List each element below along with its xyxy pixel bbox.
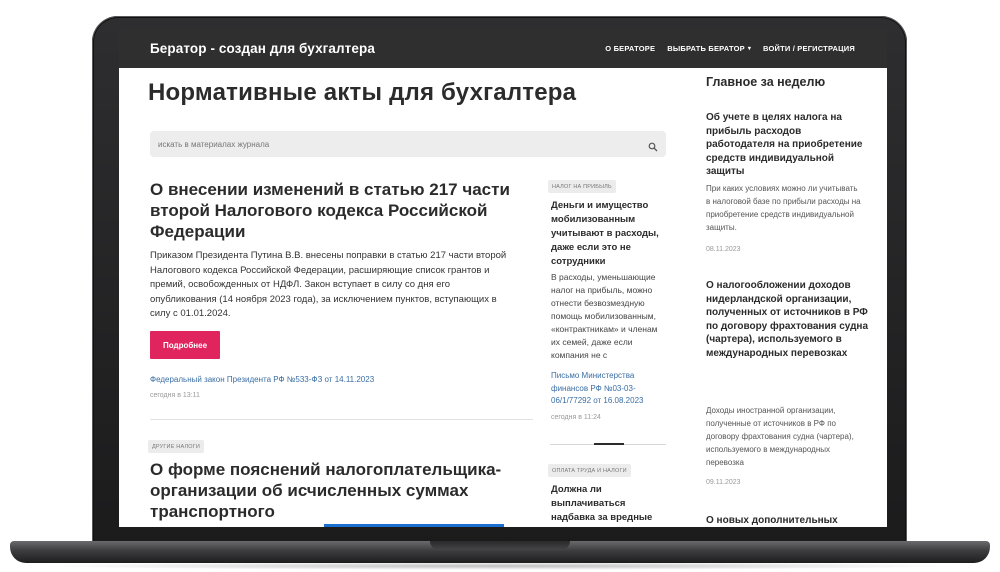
sidebar-item-date: 09.11.2023 bbox=[706, 479, 741, 486]
news-item-timestamp: сегодня в 11:24 bbox=[551, 414, 601, 421]
search-icon[interactable] bbox=[648, 139, 658, 152]
nav-login-label: ВОЙТИ / РЕГИСТРАЦИЯ bbox=[763, 44, 855, 53]
sidebar-item-date: 08.11.2023 bbox=[706, 246, 741, 253]
sidebar-heading: Главное за неделю bbox=[706, 75, 826, 89]
category-tag-payroll[interactable]: ОПЛАТА ТРУДА И НАЛОГИ bbox=[548, 464, 631, 477]
article-title-2[interactable]: О форме пояснений налогоплательщика-орга… bbox=[150, 459, 550, 522]
partial-banner-strip bbox=[324, 524, 504, 527]
nav-login[interactable]: ВОЙТИ / РЕГИСТРАЦИЯ bbox=[763, 44, 855, 53]
search-bar[interactable] bbox=[150, 131, 666, 157]
sidebar-item-lead: При каких условиях можно ли учитывать в … bbox=[706, 184, 861, 232]
sidebar-item-title[interactable]: О налогообложении доходов нидерландской … bbox=[706, 279, 871, 360]
laptop-screen: Бератор - создан для бухгалтера О БЕРАТО… bbox=[119, 30, 887, 527]
laptop-notch bbox=[430, 541, 570, 550]
news-item-title-2[interactable]: Должна ли выплачиваться надбавка за вред… bbox=[551, 483, 663, 525]
nav-about-label: О БЕРАТОРЕ bbox=[605, 44, 656, 53]
news-item-source-link[interactable]: Письмо Министерства финансов РФ №03-03-0… bbox=[551, 370, 666, 408]
site-brand[interactable]: Бератор - создан для бухгалтера bbox=[150, 41, 375, 56]
read-more-button[interactable]: Подробнее bbox=[150, 331, 220, 359]
laptop-shadow bbox=[40, 562, 960, 570]
nav-choose-berator[interactable]: ВЫБРАТЬ БЕРАТОР ▾ bbox=[667, 44, 751, 53]
sidebar-item-title[interactable]: Об учете в целях налога на прибыль расхо… bbox=[706, 111, 871, 179]
sidebar-item-title[interactable]: О новых дополнительных bbox=[706, 514, 871, 527]
news-item-title[interactable]: Деньги и имущество мобилизованным учитыв… bbox=[551, 199, 663, 269]
article-timestamp: сегодня в 13:11 bbox=[150, 392, 200, 399]
top-navigation-bar: Бератор - создан для бухгалтера О БЕРАТО… bbox=[119, 30, 887, 68]
article-source-link[interactable]: Федеральный закон Президента РФ №533-ФЗ … bbox=[150, 375, 374, 384]
category-tag-profit-tax[interactable]: НАЛОГ НА ПРИБЫЛЬ bbox=[548, 180, 616, 193]
article-divider bbox=[150, 419, 533, 420]
caret-down-icon: ▾ bbox=[747, 46, 752, 52]
page-title: Нормативные акты для бухгалтера bbox=[148, 79, 577, 106]
nav-about[interactable]: О БЕРАТОРЕ bbox=[605, 44, 655, 53]
main-nav: О БЕРАТОРЕ ВЫБРАТЬ БЕРАТОР ▾ ВОЙТИ / РЕГ… bbox=[605, 44, 855, 53]
category-tag[interactable]: ДРУГИЕ НАЛОГИ bbox=[148, 440, 205, 453]
news-item-lead: В расходы, уменьшающие налог на прибыль,… bbox=[551, 272, 658, 360]
search-input[interactable] bbox=[158, 139, 648, 149]
article-lead: Приказом Президента Путина В.В. внесены … bbox=[150, 250, 507, 319]
article-title[interactable]: О внесении изменений в статью 217 части … bbox=[150, 179, 510, 242]
sidebar-item-lead: Доходы иностранной организации, полученн… bbox=[706, 406, 854, 467]
nav-choose-label: ВЫБРАТЬ БЕРАТОР bbox=[667, 44, 745, 53]
carousel-indicator[interactable] bbox=[594, 443, 624, 445]
